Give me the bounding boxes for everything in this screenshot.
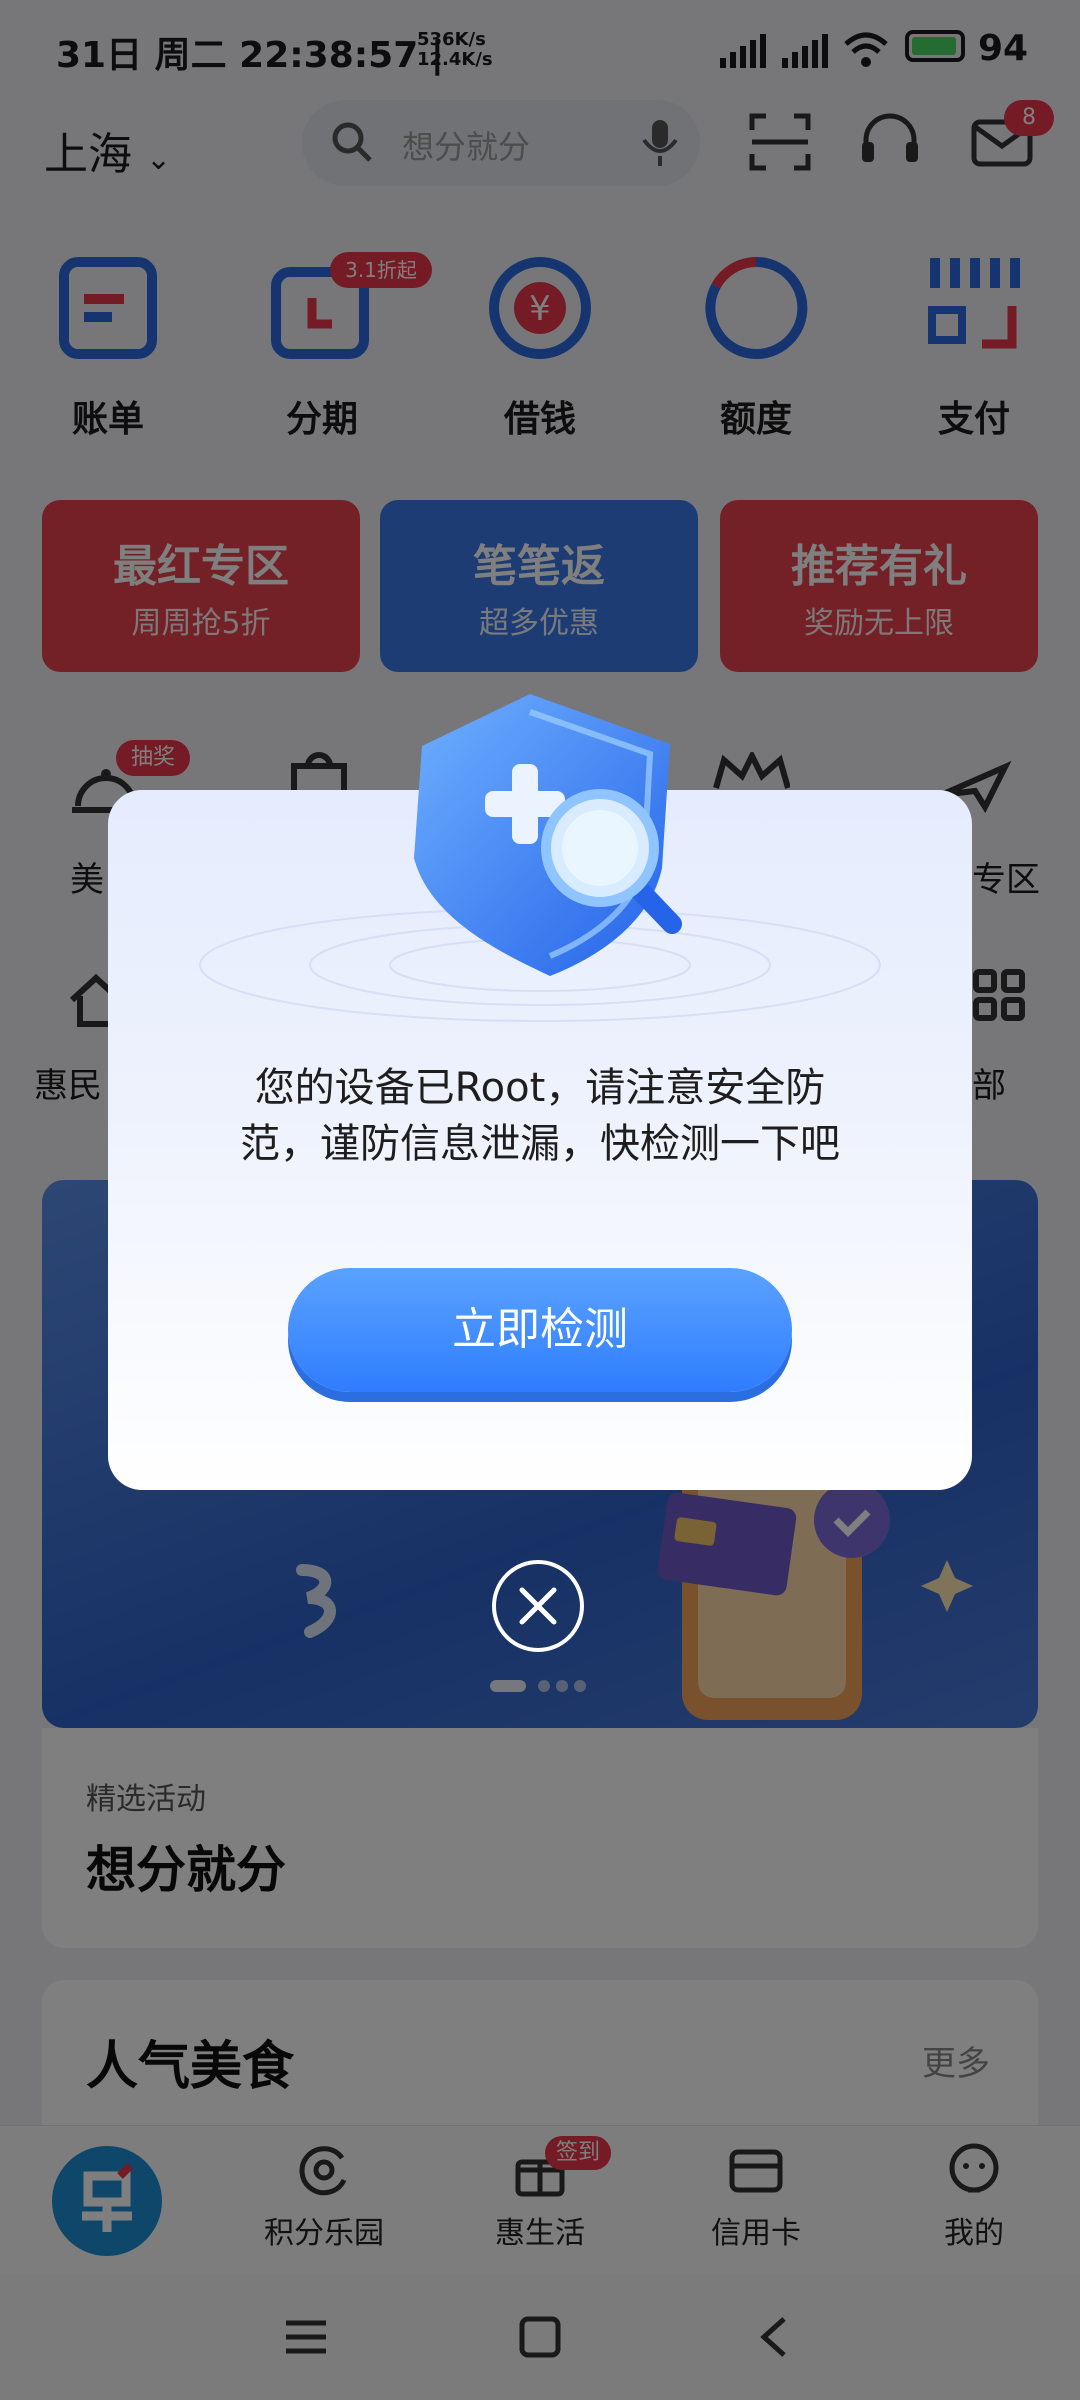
shield-magnifier-icon xyxy=(414,694,682,976)
detect-now-button[interactable]: 立即检测 xyxy=(288,1268,792,1392)
dialog-message-line1: 您的设备已Root，请注意安全防 xyxy=(254,1065,826,1111)
close-icon xyxy=(519,1587,557,1625)
close-dialog-button[interactable] xyxy=(492,1560,584,1652)
dialog-message: 您的设备已Root，请注意安全防 范，谨防信息泄漏，快检测一下吧 xyxy=(148,1060,932,1172)
dialog-message-line2: 范，谨防信息泄漏，快检测一下吧 xyxy=(240,1121,840,1167)
